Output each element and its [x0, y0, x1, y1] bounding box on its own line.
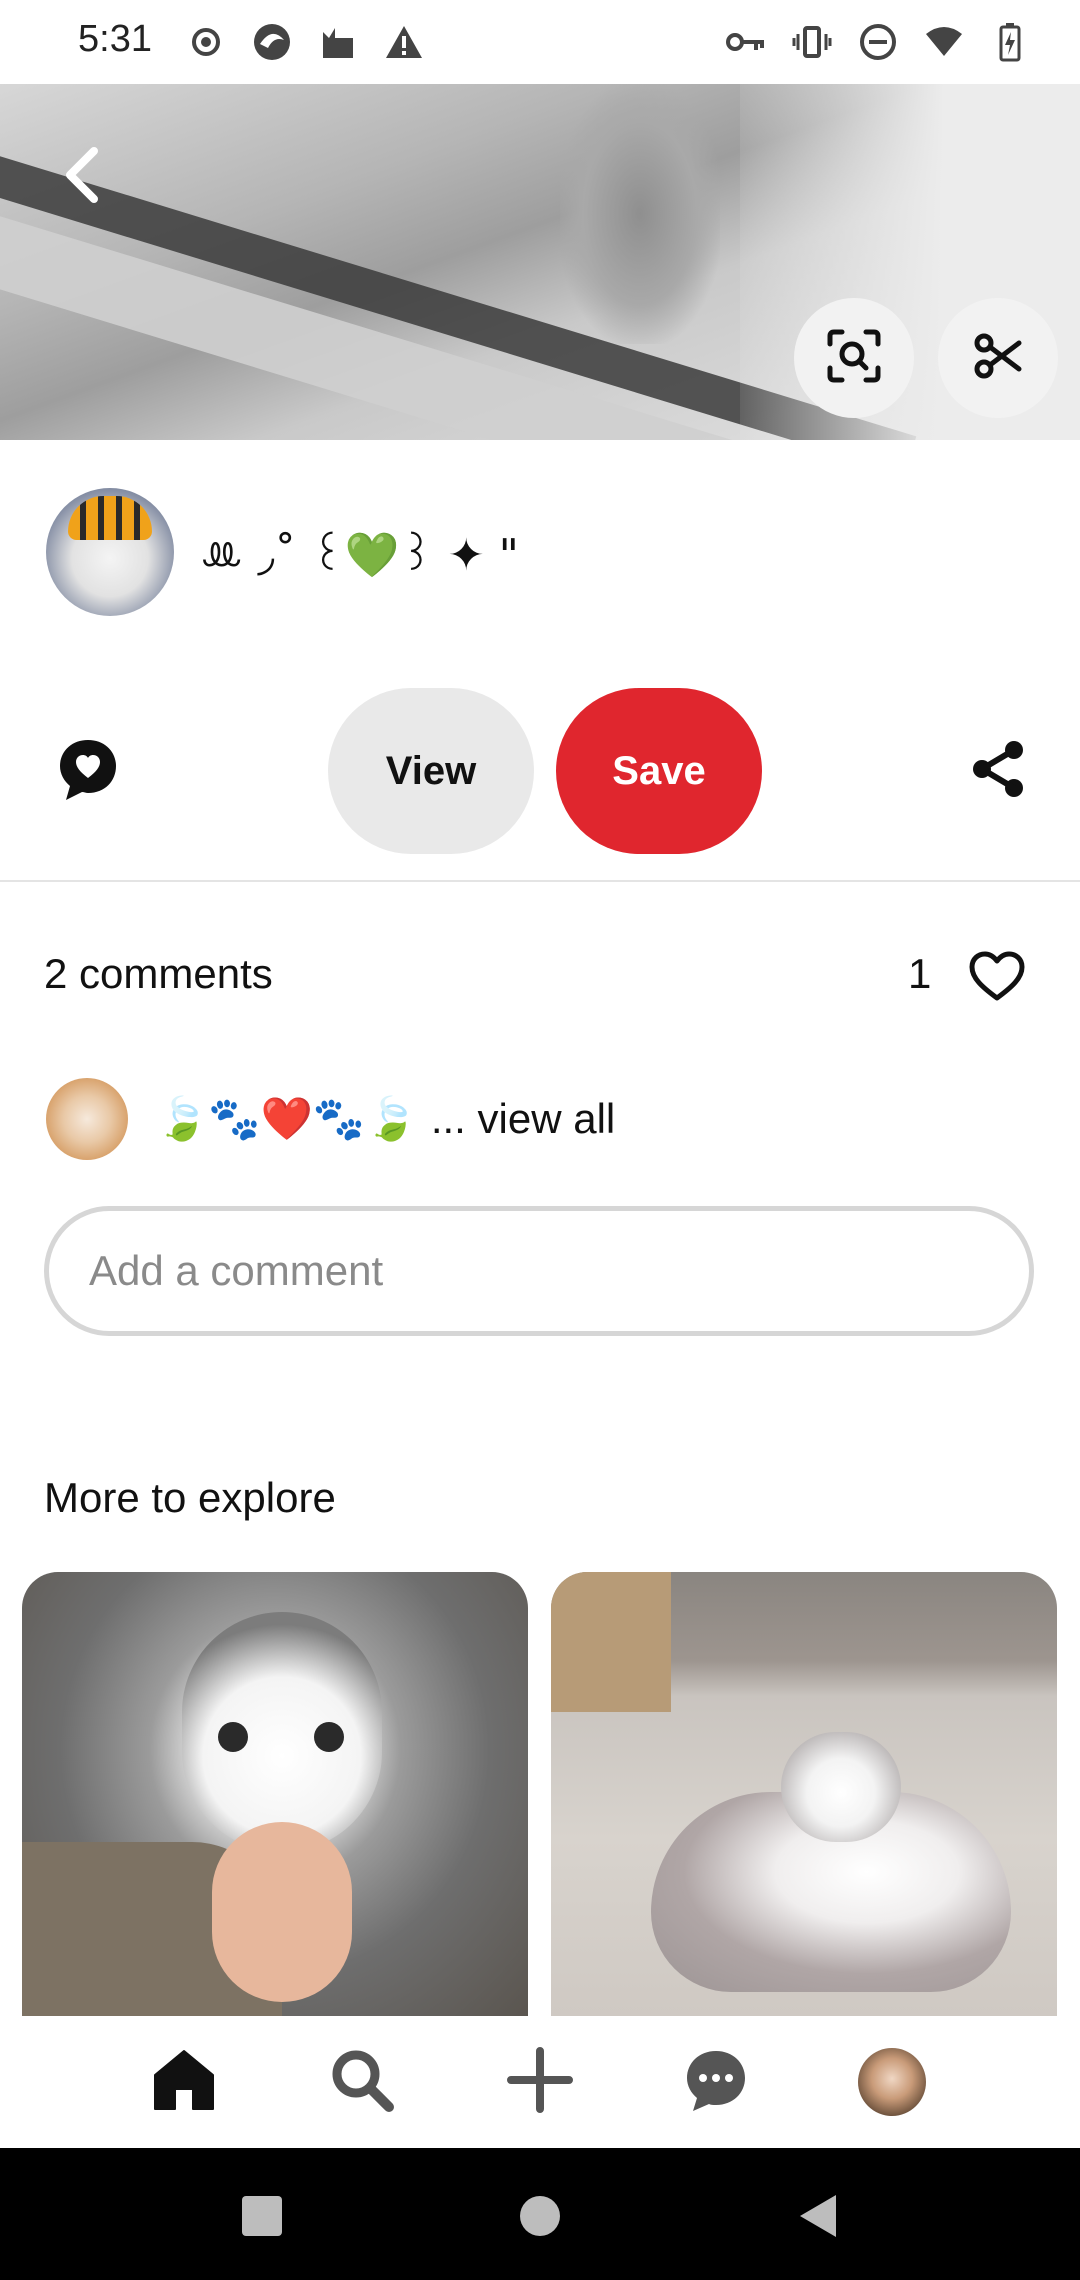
view-all-link[interactable]: ... view all — [431, 1095, 615, 1142]
hero-texture — [560, 84, 720, 344]
vpn-key-icon — [726, 22, 766, 62]
like-button[interactable] — [968, 950, 1026, 1002]
action-row: View Save — [0, 688, 1080, 858]
search-icon — [329, 2047, 395, 2118]
comment-preview[interactable]: 🍃🐾❤️🐾🍃 ... view all — [46, 1078, 615, 1160]
scissors-icon — [973, 331, 1023, 386]
status-left-icons — [186, 22, 424, 62]
cat-app-icon — [318, 22, 358, 62]
avatar-detail — [68, 496, 152, 540]
pin-image-detail — [781, 1732, 901, 1842]
comments-count: 2 comments — [44, 950, 273, 997]
pin-image-detail — [212, 1822, 352, 2002]
create-icon — [507, 2046, 573, 2118]
add-comment-field[interactable] — [44, 1206, 1034, 1336]
creator-row[interactable]: ꔛ ◞˚ ꒰💚꒱ ✦ " — [46, 488, 519, 616]
nav-create[interactable] — [504, 2046, 576, 2118]
system-nav-bar — [0, 2148, 1080, 2280]
home-circle-icon — [519, 2195, 561, 2242]
pin-image-detail — [314, 1722, 344, 1752]
dnd-icon — [858, 22, 898, 62]
nav-profile[interactable] — [856, 2046, 928, 2118]
battery-charging-icon — [990, 22, 1030, 62]
pin-image-detail — [551, 1572, 671, 1712]
like-count: 1 — [908, 950, 932, 997]
pin-image-detail — [182, 1612, 382, 1852]
profile-avatar — [858, 2048, 926, 2116]
comment-button[interactable] — [56, 736, 120, 804]
explore-pin[interactable] — [551, 1572, 1057, 2016]
status-right-icons — [726, 22, 1030, 62]
home-button[interactable] — [510, 2188, 570, 2248]
back-triangle-icon — [798, 2193, 838, 2244]
nav-search[interactable] — [326, 2046, 398, 2118]
visual-search-button[interactable] — [794, 298, 914, 418]
recents-icon — [242, 2195, 282, 2241]
back-button[interactable] — [52, 142, 112, 212]
share-icon — [968, 741, 1028, 804]
wifi-icon — [924, 22, 964, 62]
record-icon — [186, 22, 226, 62]
status-bar: 5:31 — [0, 0, 1080, 84]
save-button[interactable]: Save — [556, 688, 762, 854]
browser-icon — [252, 22, 292, 62]
explore-title: More to explore — [44, 1474, 336, 1521]
status-time: 5:31 — [78, 18, 152, 60]
pin-image-detail — [218, 1722, 248, 1752]
messages-icon — [683, 2047, 749, 2118]
back-system-button[interactable] — [788, 2188, 848, 2248]
heart-icon — [968, 951, 1026, 1006]
creator-name[interactable]: ꔛ ◞˚ ꒰💚꒱ ✦ " — [200, 523, 519, 581]
share-button[interactable] — [968, 738, 1028, 800]
comment-preview-text[interactable]: 🍃🐾❤️🐾🍃 ... view all — [156, 1094, 615, 1144]
visual-search-icon — [826, 328, 882, 389]
view-button[interactable]: View — [328, 688, 534, 854]
nav-home[interactable] — [148, 2046, 220, 2118]
bottom-nav — [0, 2016, 1080, 2148]
explore-pin[interactable] — [22, 1572, 528, 2016]
warning-icon — [384, 22, 424, 62]
chevron-left-icon — [62, 145, 102, 210]
commenter-avatar[interactable] — [46, 1078, 128, 1160]
pin-image[interactable] — [0, 84, 1080, 440]
comment-emoji: 🍃🐾❤️🐾🍃 — [156, 1094, 418, 1143]
vibrate-icon — [792, 22, 832, 62]
recents-button[interactable] — [232, 2188, 292, 2248]
home-icon — [151, 2047, 217, 2118]
creator-avatar[interactable] — [46, 488, 174, 616]
cutout-button[interactable] — [938, 298, 1058, 418]
nav-messages[interactable] — [680, 2046, 752, 2118]
comment-input[interactable] — [89, 1247, 969, 1295]
comment-heart-icon — [56, 740, 120, 808]
divider — [0, 880, 1080, 882]
